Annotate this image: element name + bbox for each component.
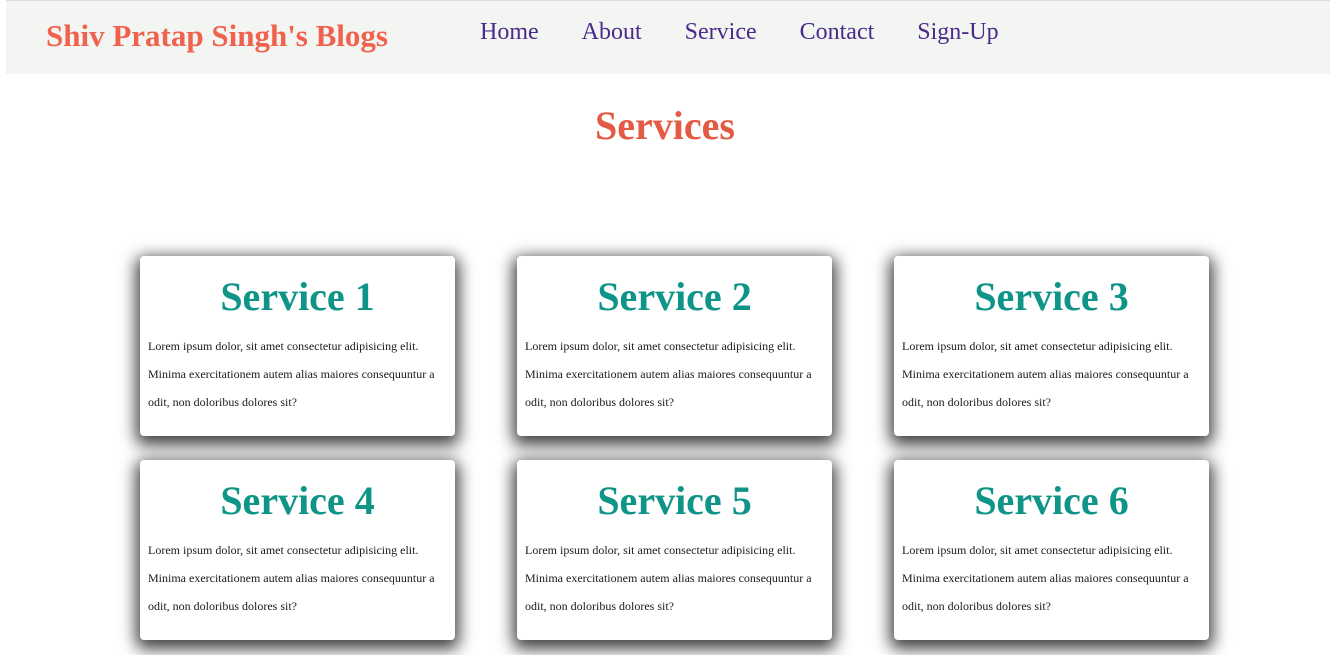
service-card-title: Service 3 (974, 274, 1129, 319)
brand-link[interactable]: Shiv Pratap Singh's Blogs (46, 17, 388, 55)
service-card: Service 6 Lorem ipsum dolor, sit amet co… (894, 460, 1209, 640)
service-card: Service 3 Lorem ipsum dolor, sit amet co… (894, 256, 1209, 436)
service-card-title: Service 2 (597, 274, 752, 319)
service-card-text: Lorem ipsum dolor, sit amet consectetur … (525, 339, 812, 409)
service-card-text: Lorem ipsum dolor, sit amet consectetur … (902, 339, 1189, 409)
navbar: Shiv Pratap Singh's Blogs Home About Ser… (6, 0, 1330, 74)
service-card-title: Service 5 (597, 478, 752, 523)
service-card-text: Lorem ipsum dolor, sit amet consectetur … (148, 543, 435, 613)
service-card-text: Lorem ipsum dolor, sit amet consectetur … (148, 339, 435, 409)
service-card-title: Service 1 (220, 274, 375, 319)
page: Shiv Pratap Singh's Blogs Home About Ser… (0, 0, 1330, 655)
nav-link-home[interactable]: Home (480, 16, 539, 48)
service-card: Service 4 Lorem ipsum dolor, sit amet co… (140, 460, 455, 640)
nav-link-about[interactable]: About (582, 16, 642, 48)
service-card-text: Lorem ipsum dolor, sit amet consectetur … (902, 543, 1189, 613)
service-card-title: Service 6 (974, 478, 1129, 523)
nav-link-contact[interactable]: Contact (800, 16, 875, 48)
service-card-title: Service 4 (220, 478, 375, 523)
service-card: Service 2 Lorem ipsum dolor, sit amet co… (517, 256, 832, 436)
nav-links: Home About Service Contact Sign-Up (480, 16, 1042, 48)
nav-link-sign-up[interactable]: Sign-Up (917, 16, 998, 48)
service-card: Service 5 Lorem ipsum dolor, sit amet co… (517, 460, 832, 640)
service-card-text: Lorem ipsum dolor, sit amet consectetur … (525, 543, 812, 613)
nav-link-service[interactable]: Service (685, 16, 757, 48)
page-title: Services (595, 103, 735, 148)
service-card: Service 1 Lorem ipsum dolor, sit amet co… (140, 256, 455, 436)
